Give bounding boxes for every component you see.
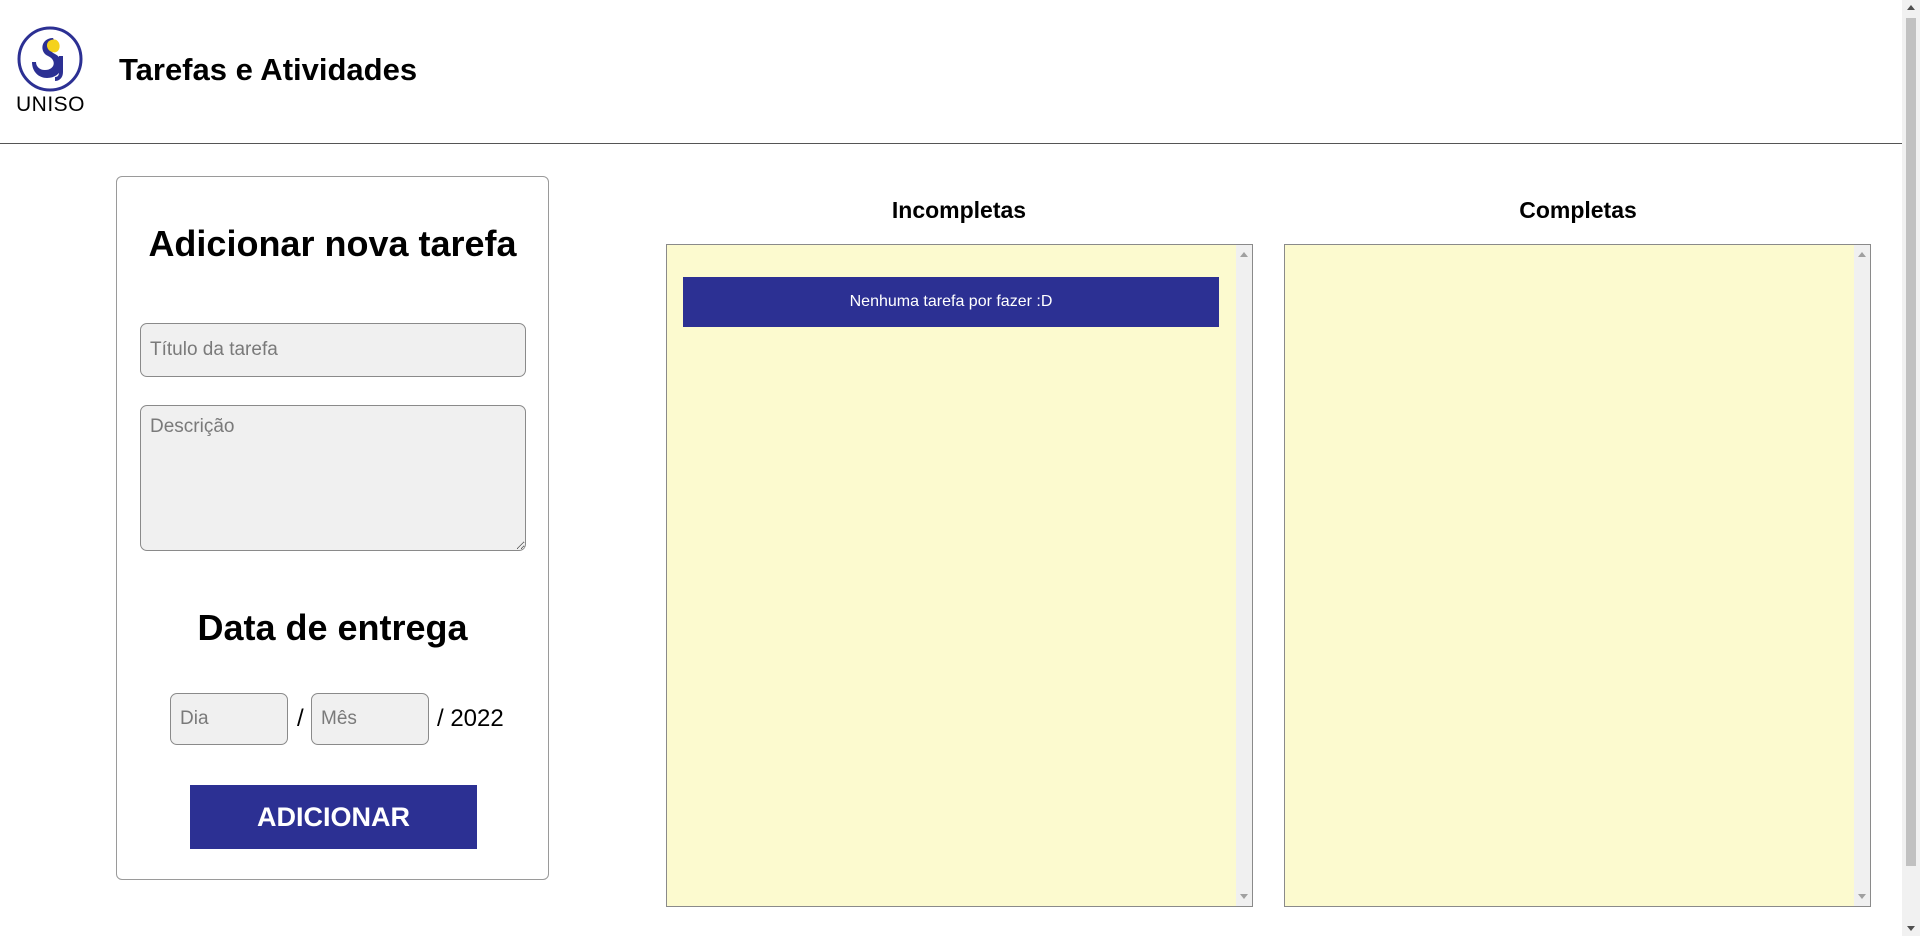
date-separator: / <box>297 705 304 732</box>
page-scroll-up-icon[interactable] <box>1907 5 1915 10</box>
day-input[interactable] <box>170 693 288 745</box>
add-task-form: Adicionar nova tarefa Data de entrega / … <box>116 176 549 880</box>
incomplete-list-scrollbar[interactable] <box>1236 245 1252 906</box>
task-description-input[interactable] <box>140 405 526 551</box>
scroll-down-arrow-icon[interactable] <box>1858 894 1866 899</box>
scroll-down-arrow-icon[interactable] <box>1240 894 1248 899</box>
incomplete-task-list[interactable]: Nenhuma tarefa por fazer :D <box>666 244 1253 907</box>
app-header: UNISO Tarefas e Atividades <box>0 0 1902 144</box>
logo-text: UNISO <box>16 93 86 116</box>
form-heading: Adicionar nova tarefa <box>148 223 517 264</box>
complete-heading: Completas <box>1519 197 1637 223</box>
app-title: Tarefas e Atividades <box>119 52 418 87</box>
uniso-logo-icon <box>17 26 83 92</box>
complete-list-scrollbar[interactable] <box>1854 245 1870 906</box>
month-input[interactable] <box>311 693 429 745</box>
task-title-input[interactable] <box>140 323 526 377</box>
page-scrollbar[interactable] <box>1902 0 1920 936</box>
incomplete-heading: Incompletas <box>891 197 1027 223</box>
page-scroll-down-icon[interactable] <box>1907 926 1915 931</box>
year-label: / 2022 <box>437 705 504 732</box>
scroll-up-arrow-icon[interactable] <box>1858 252 1866 257</box>
due-date-heading: Data de entrega <box>197 607 468 648</box>
complete-task-list[interactable] <box>1284 244 1871 907</box>
page-scroll-thumb[interactable] <box>1906 18 1916 866</box>
add-task-button[interactable]: ADICIONAR <box>190 785 477 849</box>
scroll-up-arrow-icon[interactable] <box>1240 252 1248 257</box>
empty-tasks-message: Nenhuma tarefa por fazer :D <box>683 277 1219 327</box>
uniso-logo: UNISO <box>16 26 86 117</box>
